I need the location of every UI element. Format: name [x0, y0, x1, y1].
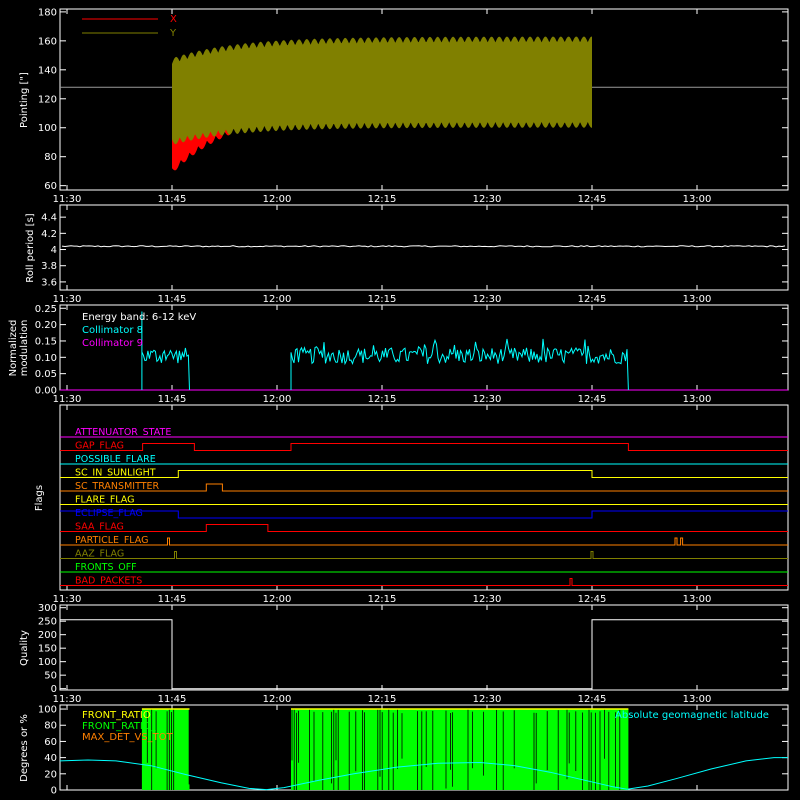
front-ratio-block	[291, 709, 629, 790]
flag-label: GAP_FLAG	[75, 441, 124, 452]
y-tick-label: 160	[38, 36, 57, 47]
y-tick-label: 4.4	[41, 213, 57, 224]
legend-label-geomagnetic-latitude: Absolute geomagnetic latitude	[615, 710, 769, 721]
x-tick-label: 11:45	[158, 294, 187, 305]
y-tick-label: 4	[51, 245, 57, 256]
flag-label: AAZ_FLAG	[75, 549, 124, 560]
pointing-y-axis-label: Pointing ["]	[19, 72, 30, 128]
x-tick-label: 13:00	[683, 694, 712, 705]
roll-y-axis-label: Roll period [s]	[25, 213, 36, 282]
flag-label: PARTICLE_FLAG	[75, 535, 148, 546]
x-tick-label: 12:45	[578, 394, 607, 405]
y-tick-label: 3.8	[41, 261, 57, 272]
rhessi-quicklook-figure: 60 80 100 120 140 160 180 11:30 11:45 12:00 12:15…	[0, 0, 800, 800]
flags-y-axis-label: Flags	[34, 485, 45, 511]
y-tick-label: 140	[38, 65, 57, 76]
x-tick-label: 12:00	[263, 294, 292, 305]
modulation-y-axis-label-2: modulation	[19, 320, 30, 377]
legend-label-y: Y	[169, 28, 177, 39]
y-tick-label: 80	[44, 721, 57, 732]
y-tick-label: 0	[51, 786, 57, 797]
y-tick-label: 50	[44, 671, 57, 682]
x-tick-label: 13:00	[683, 294, 712, 305]
x-tick-label: 11:45	[158, 594, 187, 605]
x-tick-label: 12:15	[368, 394, 397, 405]
y-tick-label: 4.2	[41, 229, 57, 240]
y-tick-label: 60	[44, 737, 57, 748]
x-tick-label: 12:00	[263, 194, 292, 205]
quality-y-axis-label: Quality	[19, 630, 30, 666]
x-tick-label: 12:30	[473, 394, 502, 405]
y-tick-label: 100	[38, 123, 57, 134]
y-tick-label: 150	[38, 644, 57, 655]
x-tick-label: 12:45	[578, 194, 607, 205]
y-tick-label: 60	[44, 181, 57, 192]
flag-label: ECLIPSE_FLAG	[75, 508, 143, 519]
y-tick-label: 120	[38, 94, 57, 105]
x-tick-label: 11:30	[53, 194, 82, 205]
legend-label-front-ratio-2: FRONT_RATIO_	[82, 721, 157, 732]
y-tick-label: 3.6	[41, 277, 57, 288]
y-tick-label: 20	[44, 769, 57, 780]
y-tick-label: 200	[38, 630, 57, 641]
x-tick-label: 11:45	[158, 694, 187, 705]
modulation-y-axis-label-1: Normalized	[8, 320, 19, 377]
legend-label-collimator-8: Collimator 8	[82, 325, 143, 336]
x-tick-label: 12:15	[368, 294, 397, 305]
y-tick-label: 100	[38, 705, 57, 716]
x-tick-label: 12:45	[578, 594, 607, 605]
y-tick-label: 40	[44, 753, 57, 764]
x-tick-label: 12:30	[473, 294, 502, 305]
y-tick-label: 80	[44, 152, 57, 163]
x-tick-label: 11:30	[53, 394, 82, 405]
legend-label-front-ratio: FRONT_RATIO	[82, 710, 151, 721]
x-tick-label: 11:30	[53, 694, 82, 705]
y-tick-label: 100	[38, 657, 57, 668]
y-tick-label: 250	[38, 617, 57, 628]
x-tick-label: 12:15	[368, 194, 397, 205]
x-tick-label: 12:15	[368, 594, 397, 605]
flag-label: FLARE_FLAG	[75, 495, 135, 506]
flag-label: POSSIBLE_FLARE	[75, 454, 156, 465]
x-tick-label: 12:00	[263, 694, 292, 705]
x-tick-label: 12:30	[473, 194, 502, 205]
x-tick-label: 13:00	[683, 394, 712, 405]
flag-label: ATTENUATOR_STATE	[75, 427, 171, 438]
x-tick-label: 11:45	[158, 394, 187, 405]
y-tick-label: 0.20	[35, 320, 57, 331]
x-tick-label: 12:45	[578, 694, 607, 705]
flag-label: SC_TRANSMITTER	[75, 481, 160, 492]
x-tick-label: 11:45	[158, 194, 187, 205]
x-tick-label: 12:00	[263, 394, 292, 405]
y-tick-label: 0.25	[35, 304, 57, 315]
flag-label: SAA_FLAG	[75, 522, 124, 533]
y-tick-label: 180	[38, 7, 57, 18]
legend-label-max-det: MAX_DET_VS_TOT	[82, 732, 174, 743]
x-tick-label: 13:00	[683, 594, 712, 605]
x-tick-label: 13:00	[683, 194, 712, 205]
legend-label-x: X	[170, 14, 177, 25]
flag-label: SC_IN_SUNLIGHT	[75, 468, 156, 479]
flag-label: FRONTS_OFF	[75, 562, 137, 573]
x-tick-label: 12:00	[263, 594, 292, 605]
ratios-y-axis-label: Degrees or %	[19, 714, 30, 782]
y-tick-label: 0.15	[35, 336, 57, 347]
y-tick-label: 0.05	[35, 369, 57, 380]
legend-label-collimator-9: Collimator 9	[82, 338, 143, 349]
flag-label: BAD_PACKETS	[75, 576, 142, 587]
x-tick-label: 12:30	[473, 694, 502, 705]
x-tick-label: 12:15	[368, 694, 397, 705]
modulation-energy-band: Energy band: 6-12 keV	[82, 312, 196, 323]
y-tick-label: 300	[38, 603, 57, 614]
x-tick-label: 12:30	[473, 594, 502, 605]
x-tick-label: 12:45	[578, 294, 607, 305]
y-tick-label: 0.10	[35, 353, 57, 364]
